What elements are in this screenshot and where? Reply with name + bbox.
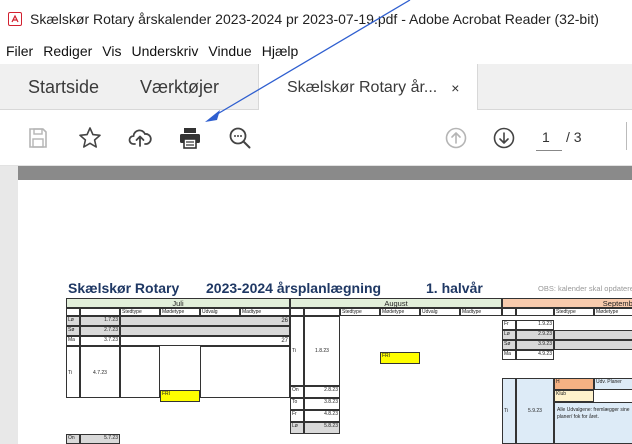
july-cell [120, 346, 160, 398]
aug-day: On [290, 386, 304, 398]
menu-file[interactable]: Filer [2, 43, 39, 59]
sep-row-fill [554, 330, 632, 340]
col-header-modetype: Mødetype [594, 308, 632, 316]
sep-h-cell: H [554, 378, 594, 390]
sep-klub-cell: Klub [554, 390, 594, 402]
july-date: 3.7.23 [80, 336, 120, 346]
sep-date: 5.9.23 [516, 378, 554, 444]
col-header-udvalg: Udvalg [200, 308, 240, 316]
menu-edit[interactable]: Rediger [39, 43, 98, 59]
july-row-fill [120, 326, 290, 336]
sep-note-cell: Alle Udvalgene: fremlægger sine planer/ … [554, 402, 632, 444]
aug-date: 2.8.23 [304, 386, 340, 398]
toolbar-divider [626, 122, 627, 150]
sep-row-fill [554, 340, 632, 350]
doc-period-title: 2023-2024 årsplanlægning [206, 280, 382, 296]
aug-date: 1.8.23 [304, 316, 340, 386]
col-header-date [304, 308, 340, 316]
menu-sign[interactable]: Underskriv [127, 43, 204, 59]
aug-day: To [290, 398, 304, 410]
sep-udv-cell: Udv. Planer [594, 378, 632, 390]
july-date: 1.7.23 [80, 316, 120, 326]
previous-page-edge [18, 166, 632, 180]
menu-bar: Filer Rediger Vis Underskriv Vindue Hjæl… [0, 38, 632, 64]
col-header-madtype: Madtype [240, 308, 290, 316]
acrobat-icon [8, 12, 22, 26]
page-down-icon[interactable] [490, 124, 518, 152]
tab-tools[interactable]: Værktøjer [140, 64, 219, 110]
print-icon[interactable] [176, 124, 204, 152]
col-header-day [502, 308, 516, 316]
tab-home-label: Startside [28, 76, 100, 97]
search-zoom-icon[interactable] [226, 124, 254, 152]
month-header-august: August [290, 298, 502, 308]
window-title: Skælskør Rotary årskalender 2023-2024 pr… [30, 11, 599, 27]
july-day: Sø [66, 326, 80, 336]
sep-date: 1.9.23 [516, 320, 554, 330]
col-header-udvalg: Udvalg [420, 308, 460, 316]
page-up-icon[interactable] [442, 124, 470, 152]
sep-day: Sø [502, 340, 516, 350]
july-cell [200, 346, 290, 398]
col-header-day [66, 308, 80, 316]
aug-date: 4.8.23 [304, 410, 340, 422]
tab-tools-label: Værktøjer [140, 76, 220, 97]
tab-bar: Startside Værktøjer Skælskør Rotary år..… [0, 64, 632, 111]
sep-date: 4.9.23 [516, 350, 554, 360]
aug-date: 3.8.23 [304, 398, 340, 410]
col-header-day [290, 308, 304, 316]
aug-day: Ti [290, 316, 304, 386]
sep-day: Lø [502, 330, 516, 340]
col-header-stedtype: Stedtype [554, 308, 594, 316]
week-number: 26 [120, 316, 290, 326]
sep-day: Ti [502, 378, 516, 444]
menu-help[interactable]: Hjælp [258, 43, 305, 59]
sep-date: 2.9.23 [516, 330, 554, 340]
month-header-july: Juli [66, 298, 290, 308]
july-date: 4.7.23 [80, 346, 120, 398]
tab-document-label: Skælskør Rotary år... [287, 78, 438, 96]
doc-half-title: 1. halvår [426, 280, 483, 296]
title-bar: Skælskør Rotary årskalender 2023-2024 pr… [0, 0, 632, 38]
sep-day: Fr [502, 320, 516, 330]
aug-day: Fr [290, 410, 304, 422]
july-day: On [66, 434, 80, 444]
close-icon[interactable]: × [451, 80, 459, 96]
page-total: / 3 [566, 129, 582, 145]
fri-highlight: FRI [160, 390, 200, 402]
july-day: Ti [66, 346, 80, 398]
fri-highlight: FRI [380, 352, 420, 364]
page-input-underline [536, 150, 562, 151]
tab-document[interactable]: Skælskør Rotary år... × [258, 64, 478, 111]
col-header-date [80, 308, 120, 316]
col-header-stedtype: Stedtype [120, 308, 160, 316]
july-day: Lø [66, 316, 80, 326]
sep-day: Ma [502, 350, 516, 360]
col-header-madtype: Madtype [460, 308, 502, 316]
doc-update-note: OBS: kalender skal opdateres r [538, 284, 632, 293]
tab-home[interactable]: Startside [28, 64, 99, 110]
col-header-modetype: Mødetype [380, 308, 420, 316]
col-header-modetype: Mødetype [160, 308, 200, 316]
col-header-date [516, 308, 554, 316]
aug-date: 5.8.23 [304, 422, 340, 434]
upload-cloud-icon[interactable] [126, 124, 154, 152]
menu-window[interactable]: Vindue [204, 43, 257, 59]
menu-view[interactable]: Vis [98, 43, 127, 59]
doc-org-title: Skælskør Rotary [68, 280, 180, 296]
aug-day: Lø [290, 422, 304, 434]
bookmark-star-icon[interactable] [76, 124, 104, 152]
july-day: Ma [66, 336, 80, 346]
save-icon[interactable] [24, 124, 52, 152]
sep-date: 3.9.23 [516, 340, 554, 350]
calendar-table: Juli August Septembe Stedtype Mødetype U… [66, 298, 632, 444]
page-current: 1 [542, 129, 550, 145]
page-number-input[interactable] [536, 124, 564, 150]
july-date: 5.7.23 [80, 434, 120, 444]
july-date: 2.7.23 [80, 326, 120, 336]
month-header-september: Septembe [502, 298, 632, 308]
col-header-stedtype: Stedtype [340, 308, 380, 316]
week-number: 27 [120, 336, 290, 346]
